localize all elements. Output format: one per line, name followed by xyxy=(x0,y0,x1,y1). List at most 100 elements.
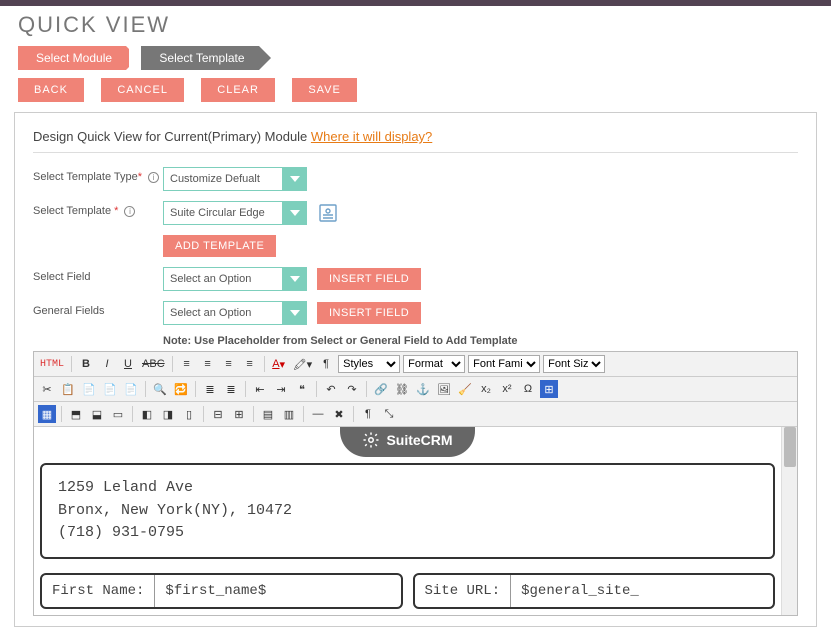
format-select[interactable]: Format xyxy=(403,355,465,373)
cell-props-icon[interactable]: ▥ xyxy=(280,405,298,423)
cancel-button[interactable]: CANCEL xyxy=(101,78,184,102)
back-button[interactable]: BACK xyxy=(18,78,84,102)
action-buttons: BACK CANCEL CLEAR SAVE xyxy=(0,78,831,112)
subscript-icon[interactable]: x₂ xyxy=(477,380,495,398)
field-label: First Name: xyxy=(42,575,155,607)
split-cell-icon[interactable]: ⊟ xyxy=(209,405,227,423)
template-select[interactable]: Suite Circular Edge xyxy=(163,201,283,225)
scroll-thumb[interactable] xyxy=(784,427,796,467)
wizard-steps: Select Module Select Template xyxy=(0,46,831,78)
chevron-down-icon[interactable] xyxy=(283,167,307,191)
field-label: Site URL: xyxy=(415,575,512,607)
chevron-down-icon[interactable] xyxy=(283,267,307,291)
chevron-down-icon[interactable] xyxy=(283,301,307,325)
strikethrough-icon[interactable]: ABC xyxy=(140,355,167,373)
align-left-icon[interactable]: ≡ xyxy=(178,355,196,373)
paragraph-icon[interactable]: ¶ xyxy=(317,355,335,373)
brand-pill-row: SuiteCRM xyxy=(40,427,775,457)
cut-icon[interactable]: ✂ xyxy=(38,380,56,398)
template-layout-icon[interactable] xyxy=(317,202,339,224)
delete-row-icon[interactable]: ▭ xyxy=(109,405,127,423)
redo-icon[interactable]: ↷ xyxy=(343,380,361,398)
row-template: Select Template * i Suite Circular Edge xyxy=(33,201,798,225)
panel-heading: Design Quick View for Current(Primary) M… xyxy=(33,129,798,153)
design-panel: Design Quick View for Current(Primary) M… xyxy=(14,112,817,627)
align-center-icon[interactable]: ≡ xyxy=(199,355,217,373)
select-field-select[interactable]: Select an Option xyxy=(163,267,283,291)
col-before-icon[interactable]: ◧ xyxy=(138,405,156,423)
hr-icon[interactable]: — xyxy=(309,405,327,423)
rich-text-editor: HTML B I U ABC ≡ ≡ ≡ ≡ A▾ 🖍▾ ¶ Styles Fo… xyxy=(33,351,798,616)
layer-icon[interactable]: ▦ xyxy=(38,405,56,423)
editor-toolbar-row1: HTML B I U ABC ≡ ≡ ≡ ≡ A▾ 🖍▾ ¶ Styles Fo… xyxy=(34,352,797,377)
font-size-select[interactable]: Font Size xyxy=(543,355,605,373)
paste-icon[interactable]: 📄 xyxy=(80,380,98,398)
editor-content-area[interactable]: SuiteCRM 1259 Leland Ave Bronx, New York… xyxy=(34,427,797,615)
phone-line: (718) 931-0795 xyxy=(58,522,757,545)
align-right-icon[interactable]: ≡ xyxy=(220,355,238,373)
gear-icon xyxy=(362,431,380,449)
font-color-icon[interactable]: A▾ xyxy=(270,355,288,373)
insert-general-field-button[interactable]: INSERT FIELD xyxy=(317,302,421,324)
row-after-icon[interactable]: ⬓ xyxy=(88,405,106,423)
styles-select[interactable]: Styles xyxy=(338,355,400,373)
field-site-url: Site URL: $general_site_ xyxy=(413,573,776,609)
indent-icon[interactable]: ⇥ xyxy=(272,380,290,398)
add-template-button[interactable]: ADD TEMPLATE xyxy=(163,235,276,257)
insert-field-button[interactable]: INSERT FIELD xyxy=(317,268,421,290)
where-display-link[interactable]: Where it will display? xyxy=(311,129,432,144)
superscript-icon[interactable]: x² xyxy=(498,380,516,398)
clean-icon[interactable]: 🧹 xyxy=(456,380,474,398)
delete-col-icon[interactable]: ▯ xyxy=(180,405,198,423)
special-char-icon[interactable]: Ω xyxy=(519,380,537,398)
template-label: Select Template * i xyxy=(33,201,163,217)
row-props-icon[interactable]: ▤ xyxy=(259,405,277,423)
link-icon[interactable]: 🔗 xyxy=(372,380,390,398)
row-select-field: Select Field Select an Option INSERT FIE… xyxy=(33,267,798,291)
row-before-icon[interactable]: ⬒ xyxy=(67,405,85,423)
table-icon[interactable]: ⊞ xyxy=(540,380,558,398)
save-button[interactable]: SAVE xyxy=(292,78,357,102)
bold-icon[interactable]: B xyxy=(77,355,95,373)
undo-icon[interactable]: ↶ xyxy=(322,380,340,398)
find-icon[interactable]: 🔍 xyxy=(151,380,169,398)
wizard-step-module[interactable]: Select Module xyxy=(18,46,126,70)
toggle-invisible-icon[interactable]: ¶ xyxy=(359,405,377,423)
row-template-type: Select Template Type* i Customize Defual… xyxy=(33,167,798,191)
outdent-icon[interactable]: ⇤ xyxy=(251,380,269,398)
template-type-select[interactable]: Customize Defualt xyxy=(163,167,283,191)
italic-icon[interactable]: I xyxy=(98,355,116,373)
chevron-down-icon[interactable] xyxy=(283,201,307,225)
field-placeholder-grid: First Name: $first_name$ Site URL: $gene… xyxy=(40,573,775,609)
blockquote-icon[interactable]: ❝ xyxy=(293,380,311,398)
bullet-list-icon[interactable]: ≣ xyxy=(201,380,219,398)
address-line-1: 1259 Leland Ave xyxy=(58,477,757,500)
number-list-icon[interactable]: ≣ xyxy=(222,380,240,398)
anchor-icon[interactable]: ⚓ xyxy=(414,380,432,398)
vertical-scrollbar[interactable] xyxy=(781,427,797,615)
select-field-label: Select Field xyxy=(33,267,163,283)
unlink-icon[interactable]: ⛓ xyxy=(393,380,411,398)
highlight-icon[interactable]: 🖍▾ xyxy=(291,355,315,373)
underline-icon[interactable]: U xyxy=(119,355,137,373)
fullscreen-collapse-icon[interactable]: ⤡ xyxy=(380,405,398,423)
clear-button[interactable]: CLEAR xyxy=(201,78,275,102)
remove-format-icon[interactable]: ✖ xyxy=(330,405,348,423)
editor-toolbar-row2: ✂ 📋 📄 📄 📄 🔍 🔁 ≣ ≣ ⇤ ⇥ ❝ ↶ ↷ 🔗 ⛓ ⚓ 🖼 🧹 x₂ xyxy=(34,377,797,402)
paste-text-icon[interactable]: 📄 xyxy=(101,380,119,398)
merge-cell-icon[interactable]: ⊞ xyxy=(230,405,248,423)
copy-icon[interactable]: 📋 xyxy=(59,380,77,398)
html-icon[interactable]: HTML xyxy=(38,355,66,373)
page-title: QUICK VIEW xyxy=(0,6,831,46)
general-fields-select[interactable]: Select an Option xyxy=(163,301,283,325)
paste-word-icon[interactable]: 📄 xyxy=(122,380,140,398)
wizard-step-template[interactable]: Select Template xyxy=(141,46,258,70)
info-icon[interactable]: i xyxy=(124,206,135,217)
font-family-select[interactable]: Font Family xyxy=(468,355,540,373)
align-justify-icon[interactable]: ≡ xyxy=(241,355,259,373)
col-after-icon[interactable]: ◨ xyxy=(159,405,177,423)
image-icon[interactable]: 🖼 xyxy=(435,380,453,398)
field-value: $first_name$ xyxy=(155,575,276,607)
info-icon[interactable]: i xyxy=(148,172,159,183)
replace-icon[interactable]: 🔁 xyxy=(172,380,190,398)
